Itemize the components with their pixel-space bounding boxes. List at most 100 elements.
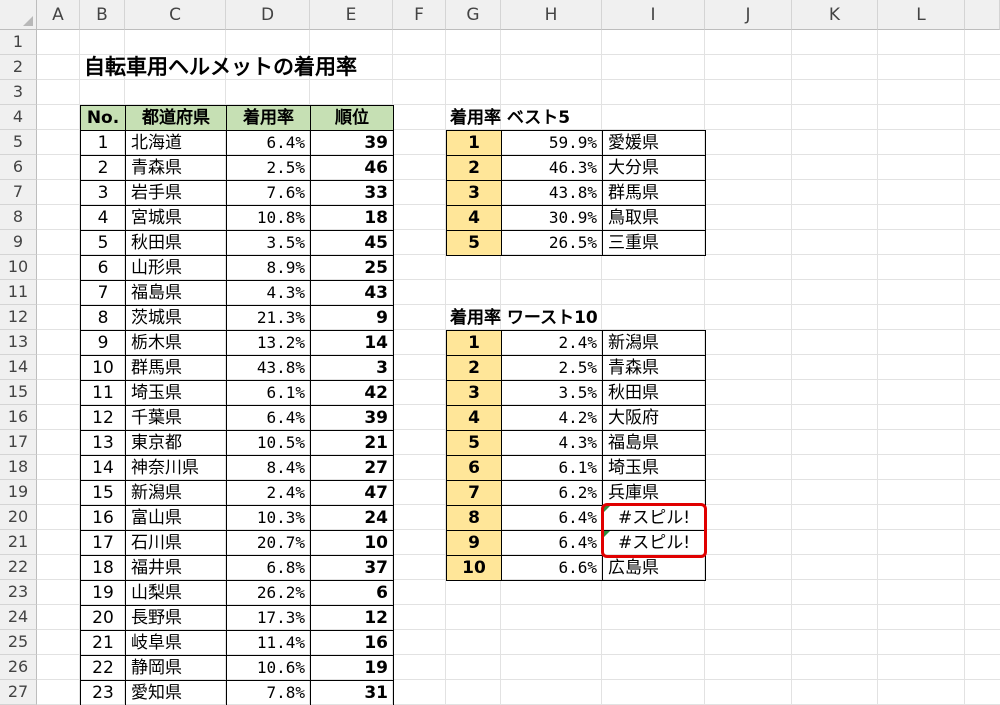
rank-rate[interactable]: 3.5% [501,380,603,406]
cell-rate[interactable]: 6.4% [226,130,311,156]
row-header-19[interactable]: 19 [0,480,37,505]
cell-no[interactable]: 8 [80,305,126,331]
cell-rate[interactable]: 6.4% [226,405,311,431]
rank-rate[interactable]: 59.9% [501,130,603,156]
cell-rate[interactable]: 10.5% [226,430,311,456]
cell-prefecture[interactable]: 栃木県 [125,330,227,356]
cell-rate[interactable]: 4.3% [226,280,311,306]
row-header-17[interactable]: 17 [0,430,37,455]
rank-prefecture[interactable]: 兵庫県 [602,480,706,506]
rank-number[interactable]: 5 [446,430,502,456]
cell-prefecture[interactable]: 愛知県 [125,680,227,705]
header-no[interactable]: No. [80,105,126,131]
cell-no[interactable]: 14 [80,455,126,481]
cell-no[interactable]: 12 [80,405,126,431]
cell-rank[interactable]: 42 [310,380,394,406]
cell-rank[interactable]: 45 [310,230,394,256]
cell-rank[interactable]: 24 [310,505,394,531]
cell-prefecture[interactable]: 長野県 [125,605,227,631]
row-header-6[interactable]: 6 [0,155,37,180]
cell-rate[interactable]: 7.8% [226,680,311,705]
cell-rate[interactable]: 8.9% [226,255,311,281]
cell-rate[interactable]: 26.2% [226,580,311,606]
rank-prefecture[interactable]: 秋田県 [602,380,706,406]
cell-no[interactable]: 4 [80,205,126,231]
row-header-20[interactable]: 20 [0,505,37,530]
rank-prefecture[interactable]: 三重県 [602,230,706,256]
row-header-8[interactable]: 8 [0,205,37,230]
cell-no[interactable]: 9 [80,330,126,356]
rank-number[interactable]: 3 [446,180,502,206]
cell-no[interactable]: 5 [80,230,126,256]
rank-prefecture[interactable]: 愛媛県 [602,130,706,156]
cell-rate[interactable]: 11.4% [226,630,311,656]
rank-number[interactable]: 2 [446,155,502,181]
cell-rank[interactable]: 16 [310,630,394,656]
cell-rank[interactable]: 46 [310,155,394,181]
cell-rank[interactable]: 31 [310,680,394,705]
cell-no[interactable]: 18 [80,555,126,581]
cell-rate[interactable]: 6.1% [226,380,311,406]
cell-rank[interactable]: 27 [310,455,394,481]
cell-rate[interactable]: 13.2% [226,330,311,356]
rank-number[interactable]: 7 [446,480,502,506]
cell-prefecture[interactable]: 山梨県 [125,580,227,606]
rank-rate[interactable]: 46.3% [501,155,603,181]
cell-prefecture[interactable]: 宮城県 [125,205,227,231]
rank-number[interactable]: 9 [446,530,502,556]
cell-rank[interactable]: 10 [310,530,394,556]
row-header-12[interactable]: 12 [0,305,37,330]
header-prefecture[interactable]: 都道府県 [125,105,227,131]
cell-rate[interactable]: 3.5% [226,230,311,256]
column-header-a[interactable]: A [37,0,80,30]
cell-rate[interactable]: 43.8% [226,355,311,381]
column-header-g[interactable]: G [446,0,501,30]
cell-prefecture[interactable]: 石川県 [125,530,227,556]
row-header-23[interactable]: 23 [0,580,37,605]
cell-rate[interactable]: 10.3% [226,505,311,531]
rank-number[interactable]: 8 [446,505,502,531]
row-header-18[interactable]: 18 [0,455,37,480]
column-header-j[interactable]: J [705,0,792,30]
cell-rate[interactable]: 7.6% [226,180,311,206]
cell-rate[interactable]: 10.8% [226,205,311,231]
cell-prefecture[interactable]: 神奈川県 [125,455,227,481]
cell-no[interactable]: 1 [80,130,126,156]
cell-rank[interactable]: 3 [310,355,394,381]
rank-number[interactable]: 10 [446,555,502,581]
cell-rank[interactable]: 43 [310,280,394,306]
cell-rank[interactable]: 19 [310,655,394,681]
cell-prefecture[interactable]: 群馬県 [125,355,227,381]
cell-no[interactable]: 11 [80,380,126,406]
rank-prefecture[interactable]: 群馬県 [602,180,706,206]
rank-number[interactable]: 3 [446,380,502,406]
row-header-24[interactable]: 24 [0,605,37,630]
cell-prefecture[interactable]: 岐阜県 [125,630,227,656]
cell-no[interactable]: 23 [80,680,126,705]
row-header-11[interactable]: 11 [0,280,37,305]
cell-rate[interactable]: 17.3% [226,605,311,631]
rank-rate[interactable]: 6.2% [501,480,603,506]
cell-rate[interactable]: 10.6% [226,655,311,681]
cell-prefecture[interactable]: 富山県 [125,505,227,531]
column-header-b[interactable]: B [80,0,125,30]
row-header-14[interactable]: 14 [0,355,37,380]
column-header-h[interactable]: H [501,0,602,30]
cell-no[interactable]: 21 [80,630,126,656]
cell-prefecture[interactable]: 秋田県 [125,230,227,256]
cell-prefecture[interactable]: 東京都 [125,430,227,456]
cell-prefecture[interactable]: 福井県 [125,555,227,581]
row-header-13[interactable]: 13 [0,330,37,355]
cell-rank[interactable]: 37 [310,555,394,581]
rank-prefecture[interactable]: 福島県 [602,430,706,456]
column-header-c[interactable]: C [125,0,226,30]
rank-rate[interactable]: 30.9% [501,205,603,231]
cell-rank[interactable]: 18 [310,205,394,231]
sheet-title[interactable]: 自転車用ヘルメットの着用率 [84,54,357,80]
cell-rank[interactable]: 33 [310,180,394,206]
cell-rate[interactable]: 20.7% [226,530,311,556]
row-header-26[interactable]: 26 [0,655,37,680]
cell-rate[interactable]: 8.4% [226,455,311,481]
rank-rate[interactable]: 26.5% [501,230,603,256]
rank-prefecture[interactable]: 青森県 [602,355,706,381]
